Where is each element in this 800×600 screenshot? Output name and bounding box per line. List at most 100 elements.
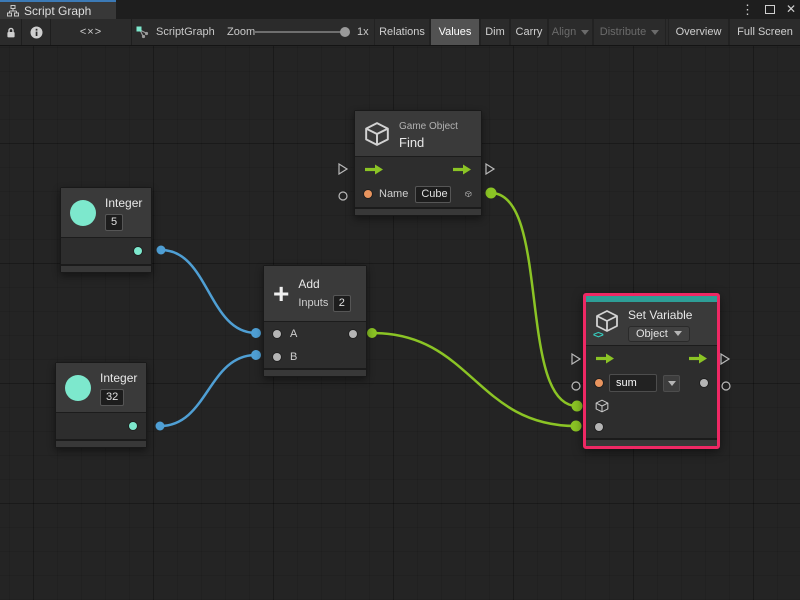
node-integer-5[interactable]: Integer 5 bbox=[60, 187, 152, 273]
input-port-a[interactable] bbox=[273, 330, 281, 338]
node-footer bbox=[56, 439, 146, 447]
hierarchy-icon bbox=[7, 5, 19, 17]
find-control-input-triangle-icon[interactable] bbox=[337, 162, 349, 180]
name-value-field[interactable]: Cube bbox=[415, 186, 451, 203]
tab-title: Script Graph bbox=[24, 4, 91, 18]
node-header[interactable]: Integer 5 bbox=[61, 188, 151, 238]
integer-value-field[interactable]: 5 bbox=[105, 214, 123, 231]
code-view-button[interactable]: <×> bbox=[51, 19, 132, 45]
wire-endpoint[interactable] bbox=[572, 401, 583, 412]
integer-output-port[interactable] bbox=[134, 247, 142, 255]
integer-output-port[interactable] bbox=[129, 422, 137, 430]
port-row-a: A bbox=[264, 322, 366, 345]
inputs-label: Inputs bbox=[298, 297, 328, 309]
wire-integer32-to-add-b[interactable] bbox=[160, 355, 256, 426]
maximize-icon[interactable] bbox=[765, 5, 775, 14]
setvariable-control-output-triangle-icon[interactable] bbox=[719, 352, 731, 370]
toolbar-button-values[interactable]: Values bbox=[430, 19, 480, 45]
control-output-arrow-icon[interactable] bbox=[688, 353, 708, 364]
find-control-output-triangle-icon[interactable] bbox=[484, 162, 496, 180]
zoom-slider-handle[interactable] bbox=[340, 27, 350, 37]
node-title: Add bbox=[298, 277, 319, 291]
lock-icon bbox=[5, 26, 17, 39]
variable-output-port[interactable] bbox=[700, 379, 708, 387]
name-port-row: Name Cube bbox=[355, 181, 481, 207]
inputs-count-field[interactable]: 2 bbox=[333, 295, 351, 312]
variable-name-dropdown-button[interactable] bbox=[663, 375, 680, 392]
name-label: Name bbox=[379, 188, 408, 200]
toolbar-button-carry[interactable]: Carry bbox=[510, 19, 548, 45]
lock-button[interactable] bbox=[0, 19, 22, 45]
wire-endpoint[interactable] bbox=[251, 350, 261, 360]
find-name-input-circle-icon[interactable] bbox=[338, 188, 348, 206]
node-header[interactable]: <> Set Variable Object bbox=[586, 302, 717, 346]
wire-find-to-setvariable-target[interactable] bbox=[491, 193, 577, 406]
graph-toolbar: <×> ScriptGraph Zoom 1x Relations Value bbox=[0, 19, 800, 46]
wire-add-to-setvariable-value[interactable] bbox=[372, 333, 576, 426]
wire-integer5-to-add-a[interactable] bbox=[161, 250, 256, 333]
toolbar-button-relations[interactable]: Relations bbox=[374, 19, 430, 45]
variable-scope-dropdown[interactable]: Object bbox=[628, 326, 690, 342]
target-cube-port-icon[interactable] bbox=[595, 399, 609, 413]
node-header[interactable]: + Add Inputs 2 bbox=[264, 266, 366, 322]
toolbar-button-overview[interactable]: Overview bbox=[668, 19, 729, 45]
node-footer bbox=[264, 368, 366, 376]
node-title: Set Variable bbox=[628, 308, 692, 322]
add-icon: + bbox=[273, 281, 289, 307]
wire-endpoint[interactable] bbox=[571, 421, 582, 432]
script-graph-icon bbox=[136, 26, 150, 39]
setvariable-output-circle-icon[interactable] bbox=[721, 378, 731, 396]
control-input-arrow-icon[interactable] bbox=[595, 353, 615, 364]
node-title: Find bbox=[399, 135, 424, 150]
control-output-arrow-icon[interactable] bbox=[452, 164, 472, 175]
port-row-b: B bbox=[264, 345, 366, 368]
input-port-b[interactable] bbox=[273, 353, 281, 361]
variable-code-icon: <> bbox=[593, 330, 603, 341]
node-header[interactable]: Integer 32 bbox=[56, 363, 146, 413]
toolbar-button-dim[interactable]: Dim bbox=[480, 19, 510, 45]
close-icon[interactable]: ✕ bbox=[786, 0, 796, 19]
node-title: Integer bbox=[100, 371, 137, 385]
chevron-down-icon bbox=[651, 30, 659, 35]
node-integer-32[interactable]: Integer 32 bbox=[55, 362, 147, 448]
graph-breadcrumb[interactable]: ScriptGraph bbox=[136, 19, 215, 45]
node-set-variable-selected[interactable]: <> Set Variable Object bbox=[583, 293, 720, 449]
script-graph-window: Script Graph ⋮ ✕ <×> bbox=[0, 0, 800, 600]
zoom-slider[interactable] bbox=[254, 19, 350, 45]
name-input-port[interactable] bbox=[364, 190, 372, 198]
setvariable-name-input-circle-icon[interactable] bbox=[571, 378, 581, 396]
toolbar-button-align[interactable]: Align bbox=[548, 19, 593, 45]
variable-name-field[interactable]: sum bbox=[609, 374, 657, 392]
node-footer bbox=[586, 438, 717, 446]
wire-endpoint[interactable] bbox=[156, 422, 165, 431]
wire-endpoint[interactable] bbox=[157, 246, 166, 255]
wire-endpoint[interactable] bbox=[251, 328, 261, 338]
node-footer bbox=[61, 264, 151, 272]
title-bar: Script Graph ⋮ ✕ bbox=[0, 0, 800, 19]
node-header[interactable]: Game Object Find bbox=[355, 111, 481, 157]
port-label-a: A bbox=[290, 328, 297, 340]
control-input-arrow-icon[interactable] bbox=[364, 164, 384, 175]
control-port-row bbox=[355, 157, 481, 181]
value-input-port[interactable] bbox=[595, 423, 603, 431]
code-toggle-icon: <×> bbox=[80, 26, 102, 38]
setvariable-control-input-triangle-icon[interactable] bbox=[570, 352, 582, 370]
wire-endpoint[interactable] bbox=[367, 328, 377, 338]
node-gameobject-find[interactable]: Game Object Find Name Cube bbox=[354, 110, 482, 216]
integer-value-field[interactable]: 32 bbox=[100, 389, 124, 406]
wire-endpoint[interactable] bbox=[486, 188, 497, 199]
tab-script-graph[interactable]: Script Graph bbox=[0, 0, 116, 19]
inspect-button[interactable] bbox=[22, 19, 51, 45]
variable-name-input-port[interactable] bbox=[595, 379, 603, 387]
sum-output-port[interactable] bbox=[349, 330, 357, 338]
gameobject-cube-icon bbox=[364, 121, 390, 147]
toolbar-button-fullscreen[interactable]: Full Screen bbox=[729, 19, 800, 45]
result-cube-port-icon[interactable] bbox=[465, 187, 472, 201]
node-add[interactable]: + Add Inputs 2 A B bbox=[263, 265, 367, 377]
window-menu-icon[interactable]: ⋮ bbox=[741, 0, 754, 19]
graph-canvas[interactable]: Integer 5 Integer 32 bbox=[0, 46, 800, 600]
toolbar-button-distribute[interactable]: Distribute bbox=[593, 19, 666, 45]
target-port-row bbox=[586, 396, 717, 416]
node-category: Game Object bbox=[399, 121, 458, 132]
zoom-slider-track[interactable] bbox=[254, 31, 346, 33]
